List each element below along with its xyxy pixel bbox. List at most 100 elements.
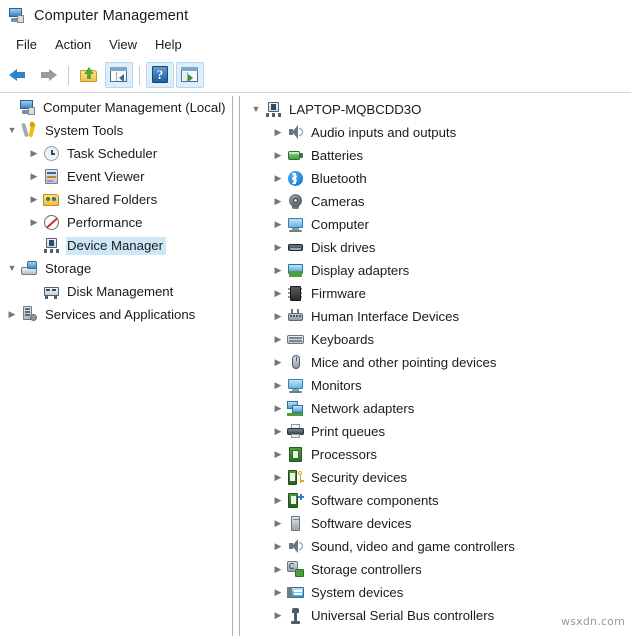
menu-file[interactable]: File	[7, 34, 46, 55]
system-tools-icon	[21, 121, 38, 139]
chevron-right-icon[interactable]: ▶	[270, 263, 286, 279]
services-applications-icon	[21, 306, 38, 323]
chevron-right-icon[interactable]: ▶	[270, 447, 286, 463]
menu-help[interactable]: Help	[146, 34, 191, 55]
expander-none-icon	[26, 284, 42, 300]
tree-item-label: Performance	[67, 214, 143, 230]
show-hide-action-pane-button[interactable]	[176, 62, 204, 88]
network-adapter-icon	[287, 400, 304, 417]
device-category-cameras[interactable]: ▶ Cameras	[240, 190, 631, 213]
computer-management-icon	[8, 7, 25, 24]
chevron-right-icon[interactable]: ▶	[270, 286, 286, 302]
device-category-label: Batteries	[311, 147, 364, 163]
chevron-right-icon[interactable]: ▶	[270, 493, 286, 509]
processor-icon	[287, 446, 304, 463]
menu-view[interactable]: View	[100, 34, 146, 55]
tree-item-label: Storage	[45, 260, 92, 276]
device-category-computer[interactable]: ▶ Computer	[240, 213, 631, 236]
help-button[interactable]: ?	[146, 62, 174, 88]
expander-none-icon	[26, 238, 42, 254]
chevron-right-icon[interactable]: ▶	[270, 424, 286, 440]
tree-item-performance[interactable]: ▶ Performance	[0, 211, 232, 234]
device-category-label: Sound, video and game controllers	[311, 538, 515, 554]
up-one-level-button[interactable]	[75, 62, 103, 88]
device-category-label: Storage controllers	[311, 561, 422, 577]
device-category-label: Universal Serial Bus controllers	[311, 607, 495, 623]
pane-splitter[interactable]	[232, 96, 240, 636]
chevron-right-icon[interactable]: ▶	[270, 562, 286, 578]
hard-disk-icon	[287, 239, 304, 256]
back-button[interactable]	[4, 62, 32, 88]
chevron-right-icon[interactable]: ▶	[270, 309, 286, 325]
device-category-human-interface-devices[interactable]: ▶ Human Interface Devices	[240, 305, 631, 328]
console-tree-pane: Computer Management (Local) ▼ System Too…	[0, 96, 232, 636]
chevron-down-icon[interactable]: ▼	[248, 102, 264, 118]
device-category-security-devices[interactable]: ▶ Security devices	[240, 466, 631, 489]
device-category-bluetooth[interactable]: ▶ Bluetooth	[240, 167, 631, 190]
menu-action[interactable]: Action	[46, 34, 100, 55]
chevron-right-icon[interactable]: ▶	[270, 240, 286, 256]
window-title: Computer Management	[34, 7, 189, 24]
device-category-mice-and-other-pointing-devices[interactable]: ▶ Mice and other pointing devices	[240, 351, 631, 374]
tree-item-task-scheduler[interactable]: ▶ Task Scheduler	[0, 142, 232, 165]
tree-item-services-and-applications[interactable]: ▶ Services and Applications	[0, 303, 232, 326]
device-category-label: Software devices	[311, 515, 412, 531]
chevron-right-icon[interactable]: ▶	[4, 307, 20, 323]
device-category-display-adapters[interactable]: ▶ Display adapters	[240, 259, 631, 282]
device-tree-root[interactable]: ▼ LAPTOP-MQBCDD3O	[240, 98, 631, 121]
device-category-label: Processors	[311, 446, 377, 462]
chevron-right-icon[interactable]: ▶	[270, 585, 286, 601]
device-category-label: Keyboards	[311, 331, 375, 347]
device-category-monitors[interactable]: ▶ Monitors	[240, 374, 631, 397]
chevron-right-icon[interactable]: ▶	[270, 516, 286, 532]
tree-item-computer-management-local[interactable]: Computer Management (Local)	[0, 96, 232, 119]
show-hide-console-tree-button[interactable]	[105, 62, 133, 88]
chevron-right-icon[interactable]: ▶	[270, 194, 286, 210]
device-category-label: Cameras	[311, 193, 365, 209]
device-category-software-components[interactable]: ▶ Software components	[240, 489, 631, 512]
device-category-system-devices[interactable]: ▶ System devices	[240, 581, 631, 604]
chevron-right-icon[interactable]: ▶	[270, 539, 286, 555]
chevron-right-icon[interactable]: ▶	[270, 171, 286, 187]
device-category-label: Audio inputs and outputs	[311, 124, 457, 140]
device-category-label: Network adapters	[311, 400, 415, 416]
device-category-sound-video-and-game-controllers[interactable]: ▶ Sound, video and game controllers	[240, 535, 631, 558]
device-category-storage-controllers[interactable]: ▶ Storage controllers	[240, 558, 631, 581]
device-category-keyboards[interactable]: ▶ Keyboards	[240, 328, 631, 351]
device-category-network-adapters[interactable]: ▶ Network adapters	[240, 397, 631, 420]
chevron-right-icon[interactable]: ▶	[270, 470, 286, 486]
chevron-down-icon[interactable]: ▼	[4, 123, 20, 139]
device-category-processors[interactable]: ▶ Processors	[240, 443, 631, 466]
chevron-down-icon[interactable]: ▼	[4, 261, 20, 277]
device-category-firmware[interactable]: ▶ Firmware	[240, 282, 631, 305]
battery-icon	[287, 147, 304, 164]
tree-item-system-tools[interactable]: ▼ System Tools	[0, 119, 232, 142]
chevron-right-icon[interactable]: ▶	[270, 355, 286, 371]
tree-item-shared-folders[interactable]: ▶ Shared Folders	[0, 188, 232, 211]
tree-item-storage[interactable]: ▼ Storage	[0, 257, 232, 280]
device-category-disk-drives[interactable]: ▶ Disk drives	[240, 236, 631, 259]
chevron-right-icon[interactable]: ▶	[270, 378, 286, 394]
device-category-audio-inputs-and-outputs[interactable]: ▶ Audio inputs and outputs	[240, 121, 631, 144]
chevron-right-icon[interactable]: ▶	[270, 608, 286, 624]
chevron-right-icon[interactable]: ▶	[270, 217, 286, 233]
chevron-right-icon[interactable]: ▶	[270, 401, 286, 417]
chevron-right-icon[interactable]: ▶	[26, 192, 42, 208]
forward-button[interactable]	[34, 62, 62, 88]
chevron-right-icon[interactable]: ▶	[26, 215, 42, 231]
chevron-right-icon[interactable]: ▶	[270, 148, 286, 164]
chevron-right-icon[interactable]: ▶	[26, 146, 42, 162]
tree-item-disk-management[interactable]: Disk Management	[0, 280, 232, 303]
device-category-software-devices[interactable]: ▶ Software devices	[240, 512, 631, 535]
chevron-right-icon[interactable]: ▶	[26, 169, 42, 185]
performance-icon	[43, 214, 60, 231]
device-category-label: System devices	[311, 584, 404, 600]
chevron-right-icon[interactable]: ▶	[270, 125, 286, 141]
tree-item-device-manager[interactable]: Device Manager	[0, 234, 232, 257]
device-category-print-queues[interactable]: ▶ Print queues	[240, 420, 631, 443]
chevron-right-icon[interactable]: ▶	[270, 332, 286, 348]
display-adapter-icon	[287, 262, 304, 279]
tree-item-event-viewer[interactable]: ▶ Event Viewer	[0, 165, 232, 188]
device-category-batteries[interactable]: ▶ Batteries	[240, 144, 631, 167]
device-category-label: Display adapters	[311, 262, 410, 278]
